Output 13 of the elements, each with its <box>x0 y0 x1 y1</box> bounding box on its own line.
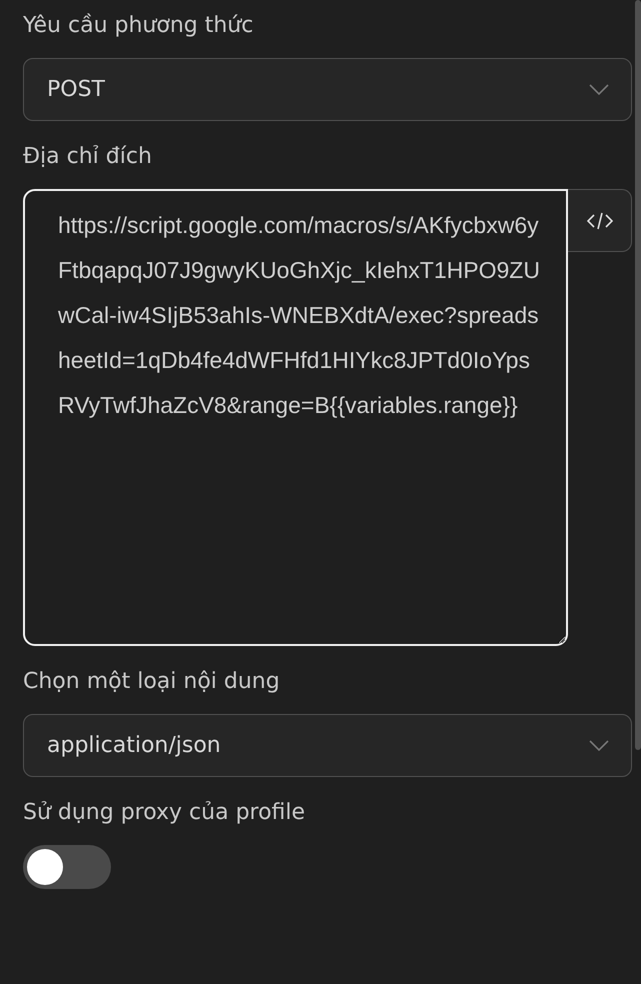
dropdown-select[interactable]: application/json <box>23 714 632 777</box>
code-icon <box>586 212 612 230</box>
field-label: Địa chỉ đích <box>23 143 153 171</box>
toggle-switch[interactable] <box>23 845 111 889</box>
field-label: Yêu cầu phương thức <box>23 12 254 40</box>
field-label: Chọn một loại nội dung <box>23 668 281 696</box>
scrollbar[interactable] <box>635 0 641 750</box>
code-button[interactable] <box>568 189 632 252</box>
dropdown-select[interactable]: POST <box>23 58 632 121</box>
chevron-down-icon <box>589 84 609 96</box>
chevron-down-icon <box>589 740 609 752</box>
url-input-field[interactable]: https://script.google.com/macros/s/AKfycbxw6yFtbqapqJ07J9gwyKUoGhXjc_kIehxT1HPO9ZUwCal-iw4SIjB53ahIs-WNEBXdtA/exec?spreadsheetId=1qDb4fe4dWFHfd1HIYkc8JPTd0IoYpsRVyTwfJhaZcV8&range=B{{variables.range}} <box>23 189 568 646</box>
field-label: Sử dụng proxy của profile <box>23 799 306 827</box>
